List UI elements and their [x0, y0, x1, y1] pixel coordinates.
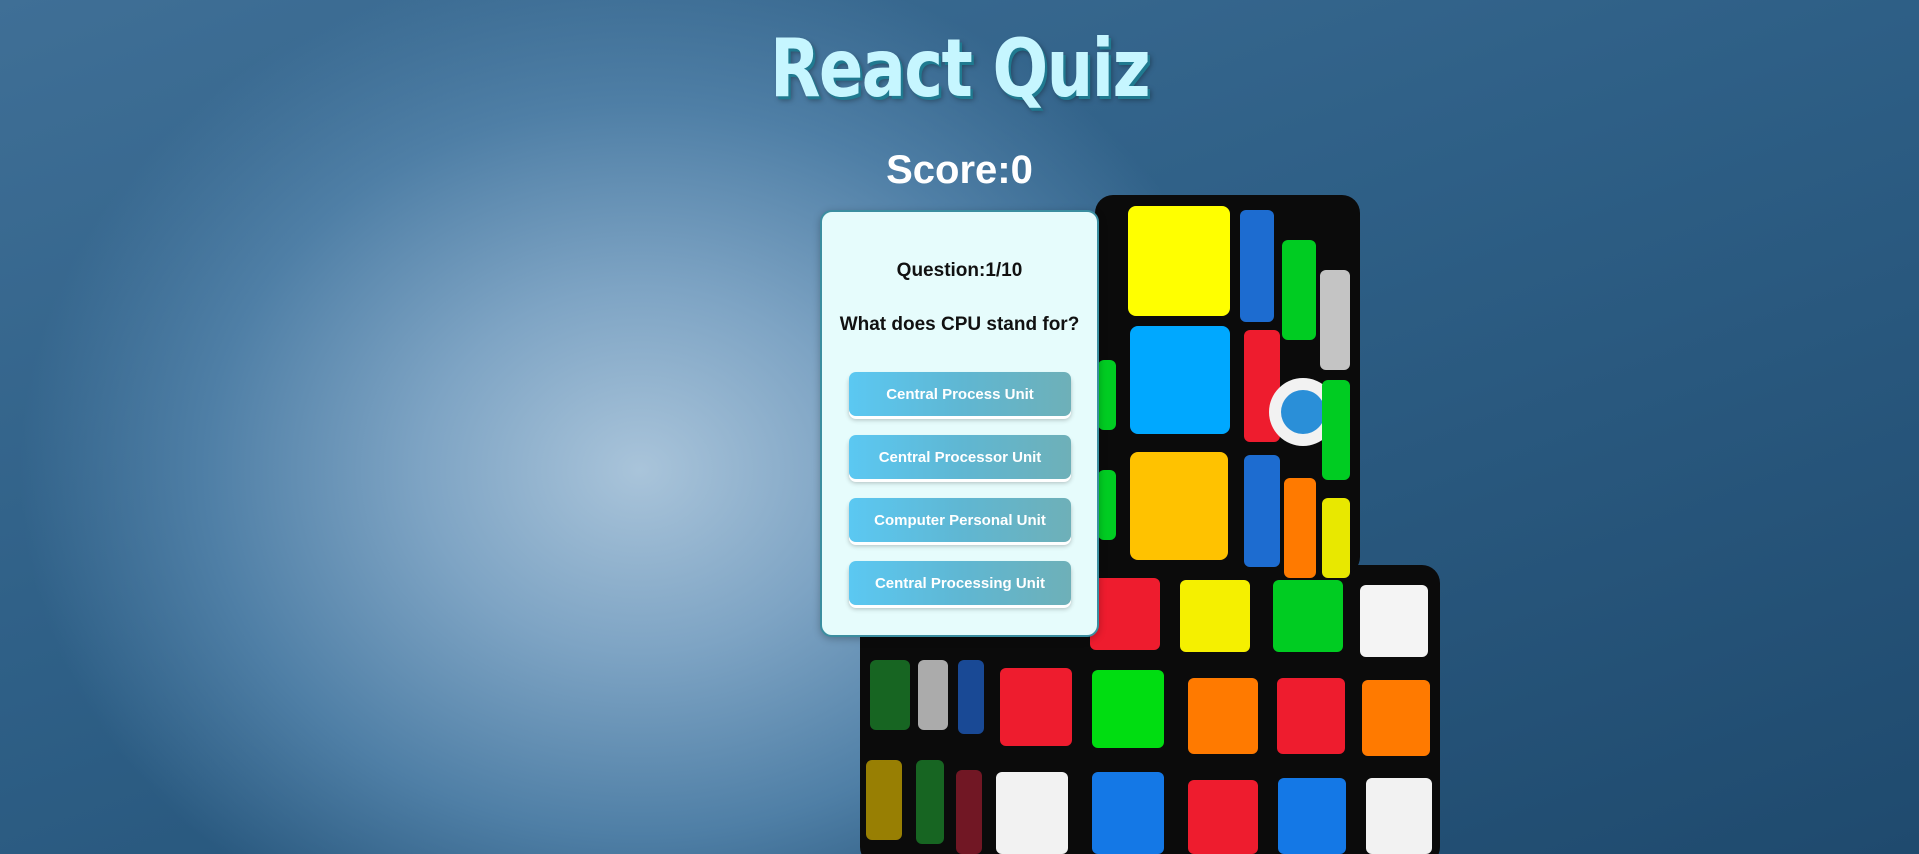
score-display: Score:0 [886, 148, 1033, 192]
answer-list: Central Process Unit Central Processor U… [849, 372, 1071, 624]
answer-button-1[interactable]: Central Process Unit [849, 372, 1071, 416]
question-card: Question:1/10 What does CPU stand for? C… [820, 210, 1099, 637]
question-text: What does CPU stand for? [839, 314, 1080, 335]
app-title: React Quiz [769, 22, 1151, 115]
question-counter: Question:1/10 [896, 260, 1023, 281]
answer-button-3[interactable]: Computer Personal Unit [849, 498, 1071, 542]
answer-button-2[interactable]: Central Processor Unit [849, 435, 1071, 479]
answer-button-4[interactable]: Central Processing Unit [849, 561, 1071, 605]
